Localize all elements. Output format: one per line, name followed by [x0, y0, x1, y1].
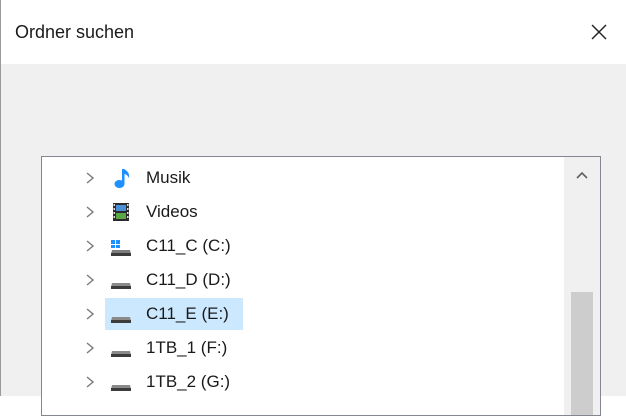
tree-item-label: 1TB_1 (F:) [146, 338, 228, 357]
chevron-up-icon [576, 171, 588, 179]
drive-icon [111, 283, 131, 289]
tree-item-label: C11_C (C:) [146, 236, 231, 255]
close-button[interactable] [584, 17, 614, 47]
tree-item-label: 1TB_2 (G:) [146, 372, 231, 391]
close-icon [591, 24, 607, 40]
dialog-title: Ordner suchen [15, 22, 135, 42]
tree-item-label: C11_D (D:) [146, 270, 231, 289]
tree-item-videos[interactable]: Videos [42, 195, 562, 229]
video-icon [113, 203, 129, 221]
chevron-right-icon[interactable] [84, 273, 96, 287]
scroll-thumb[interactable] [571, 292, 593, 415]
scroll-up-button[interactable] [564, 167, 600, 183]
chevron-right-icon[interactable] [84, 307, 96, 321]
drive-icon [111, 317, 131, 323]
tree-item-label: Videos [146, 202, 198, 221]
chevron-right-icon[interactable] [84, 171, 96, 185]
vertical-scrollbar[interactable] [564, 157, 600, 415]
chevron-right-icon[interactable] [84, 375, 96, 389]
drive-icon [111, 385, 131, 391]
drive-icon [111, 351, 131, 357]
tree-item-drive-e[interactable]: C11_E (E:) [42, 297, 562, 331]
folder-tree[interactable]: Musik Videos C11_C (C:) C11_D (D:) C11_E… [41, 156, 601, 416]
title-bar: Ordner suchen [1, 0, 626, 64]
tree-item-drive-d[interactable]: C11_D (D:) [42, 263, 562, 297]
chevron-right-icon[interactable] [84, 205, 96, 219]
music-icon [114, 169, 130, 188]
chevron-right-icon[interactable] [84, 341, 96, 355]
tree-item-label: Musik [146, 168, 191, 187]
tree-item-drive-g[interactable]: 1TB_2 (G:) [42, 365, 562, 399]
chevron-right-icon[interactable] [84, 239, 96, 253]
system-drive-icon [111, 240, 131, 256]
tree-item-drive-c[interactable]: C11_C (C:) [42, 229, 562, 263]
tree-item-musik[interactable]: Musik [42, 161, 562, 195]
tree-item-drive-f[interactable]: 1TB_1 (F:) [42, 331, 562, 365]
tree-item-label: C11_E (E:) [146, 304, 229, 323]
folder-browser-dialog: Ordner suchen Musik Videos C11_C (C:) C1… [0, 0, 626, 416]
